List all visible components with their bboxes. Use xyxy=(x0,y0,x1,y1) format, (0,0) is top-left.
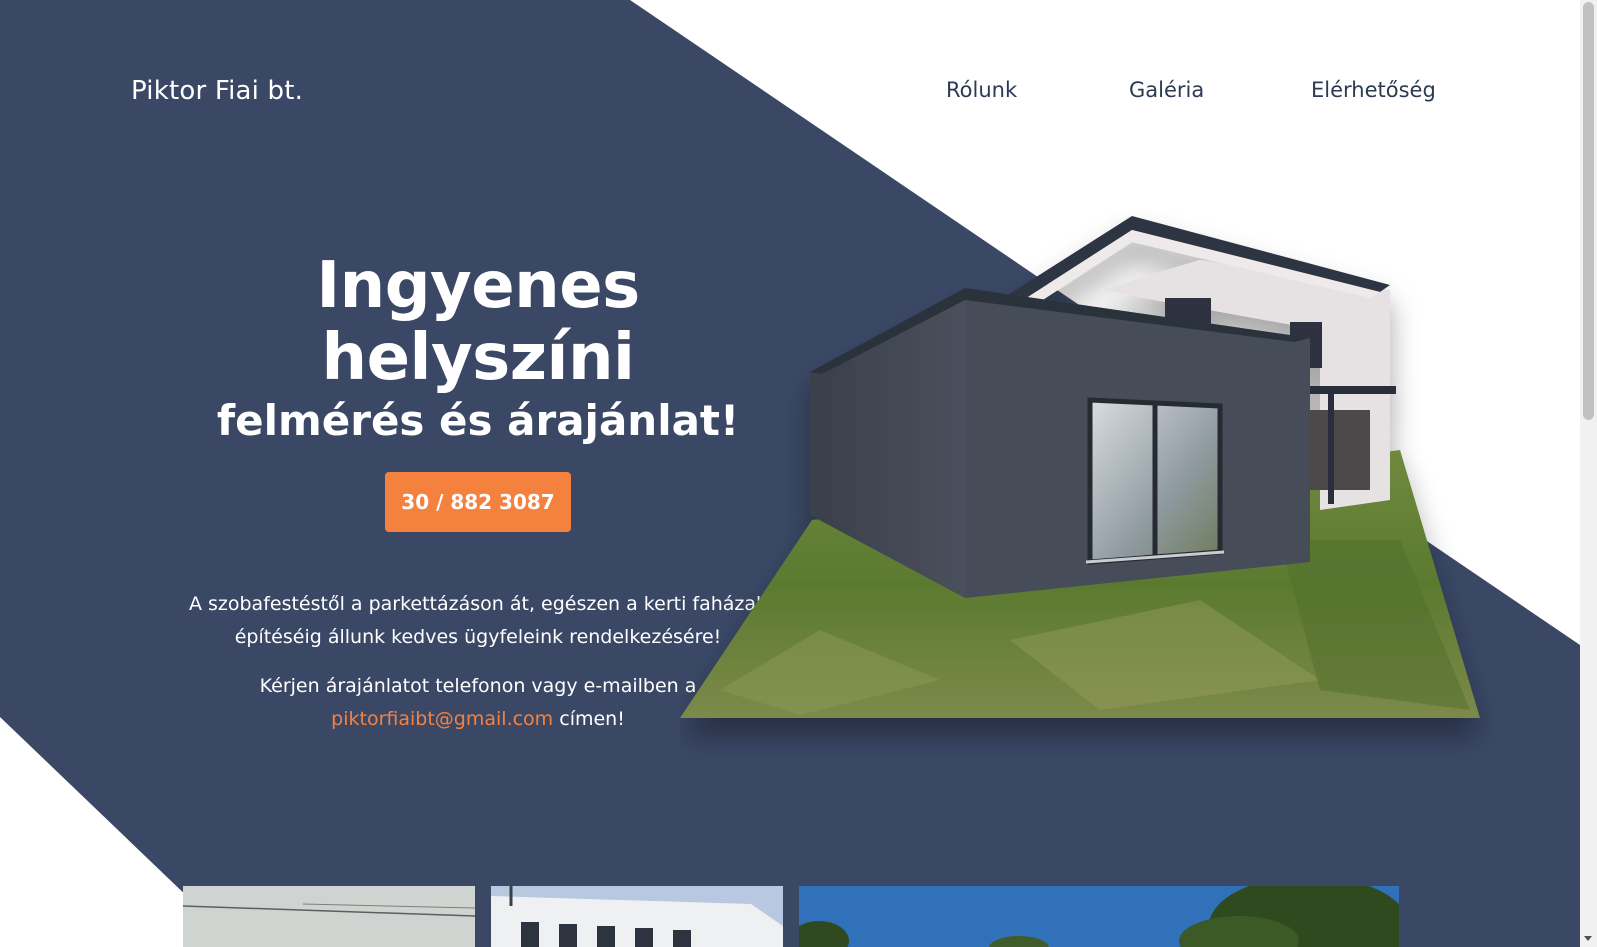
phone-call-button[interactable]: 30 / 882 3087 xyxy=(385,472,571,532)
nav-item-galeria[interactable]: Galéria xyxy=(1129,78,1204,102)
gallery-thumb-1[interactable] xyxy=(183,886,475,947)
scroll-down-arrow-icon[interactable] xyxy=(1584,936,1592,941)
gallery-thumb-2[interactable] xyxy=(491,886,783,947)
contact-line-1: Kérjen árajánlatot telefonon vagy e-mail… xyxy=(259,675,697,697)
main-nav: Rólunk Galéria Elérhetőség xyxy=(0,78,1597,110)
page: Piktor Fiai bt. Rólunk Galéria Elérhetős… xyxy=(0,0,1597,947)
vertical-scrollbar[interactable] xyxy=(1580,0,1597,947)
scrollbar-thumb[interactable] xyxy=(1583,2,1594,420)
gallery-thumb-3[interactable] xyxy=(799,886,1399,947)
contact-suffix: címen! xyxy=(553,708,625,730)
house-image xyxy=(680,216,1480,718)
description-line-2: építéséig állunk kedves ügyfeleink rende… xyxy=(234,626,722,648)
gallery-image-3 xyxy=(799,886,1399,947)
nav-item-elerhetoseg[interactable]: Elérhetőség xyxy=(1311,78,1436,102)
gallery-image-2 xyxy=(491,886,783,947)
email-link[interactable]: piktorfiaibt@gmail.com xyxy=(331,708,553,730)
nav-item-rolunk[interactable]: Rólunk xyxy=(946,78,1017,102)
gallery-image-1 xyxy=(183,886,475,947)
